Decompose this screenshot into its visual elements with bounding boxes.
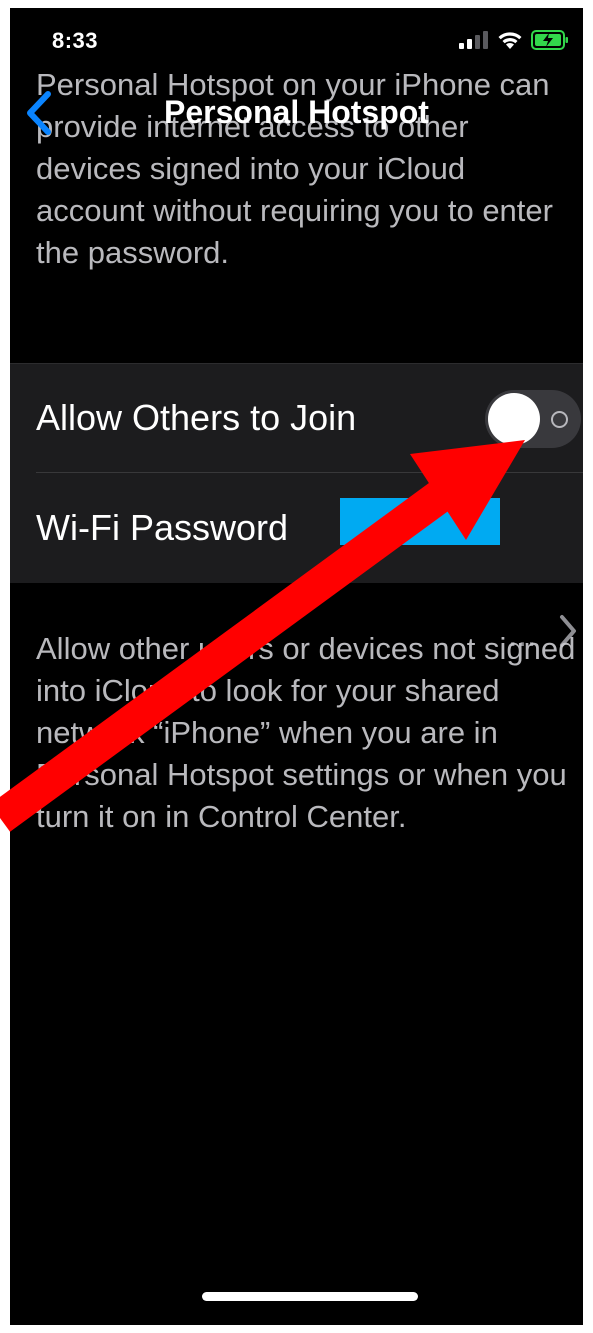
home-indicator[interactable] bbox=[202, 1292, 418, 1301]
battery-charging-icon bbox=[531, 30, 568, 50]
password-redaction bbox=[340, 498, 500, 545]
toggle-off-indicator-icon bbox=[551, 411, 568, 428]
toggle-knob bbox=[488, 393, 540, 445]
allow-others-toggle[interactable] bbox=[485, 390, 581, 448]
status-icons bbox=[459, 30, 569, 50]
allow-others-label: Allow Others to Join bbox=[36, 397, 357, 438]
status-time: 8:33 bbox=[52, 28, 99, 53]
phone-screen: 8:33 Personal Hotspot on your iPhone can… bbox=[10, 8, 583, 1325]
allow-others-description: Allow other users or devices not signed … bbox=[36, 631, 576, 834]
cellular-signal-icon bbox=[459, 31, 488, 49]
wifi-icon bbox=[498, 32, 522, 49]
page-title: Personal Hotspot bbox=[164, 94, 429, 130]
allow-others-row[interactable]: Allow Others to Join bbox=[10, 363, 583, 472]
row-divider bbox=[36, 472, 583, 473]
wifi-password-label: Wi-Fi Password bbox=[36, 507, 289, 548]
settings-group: Allow Others to Join Wi-Fi Password ... bbox=[10, 363, 583, 654]
